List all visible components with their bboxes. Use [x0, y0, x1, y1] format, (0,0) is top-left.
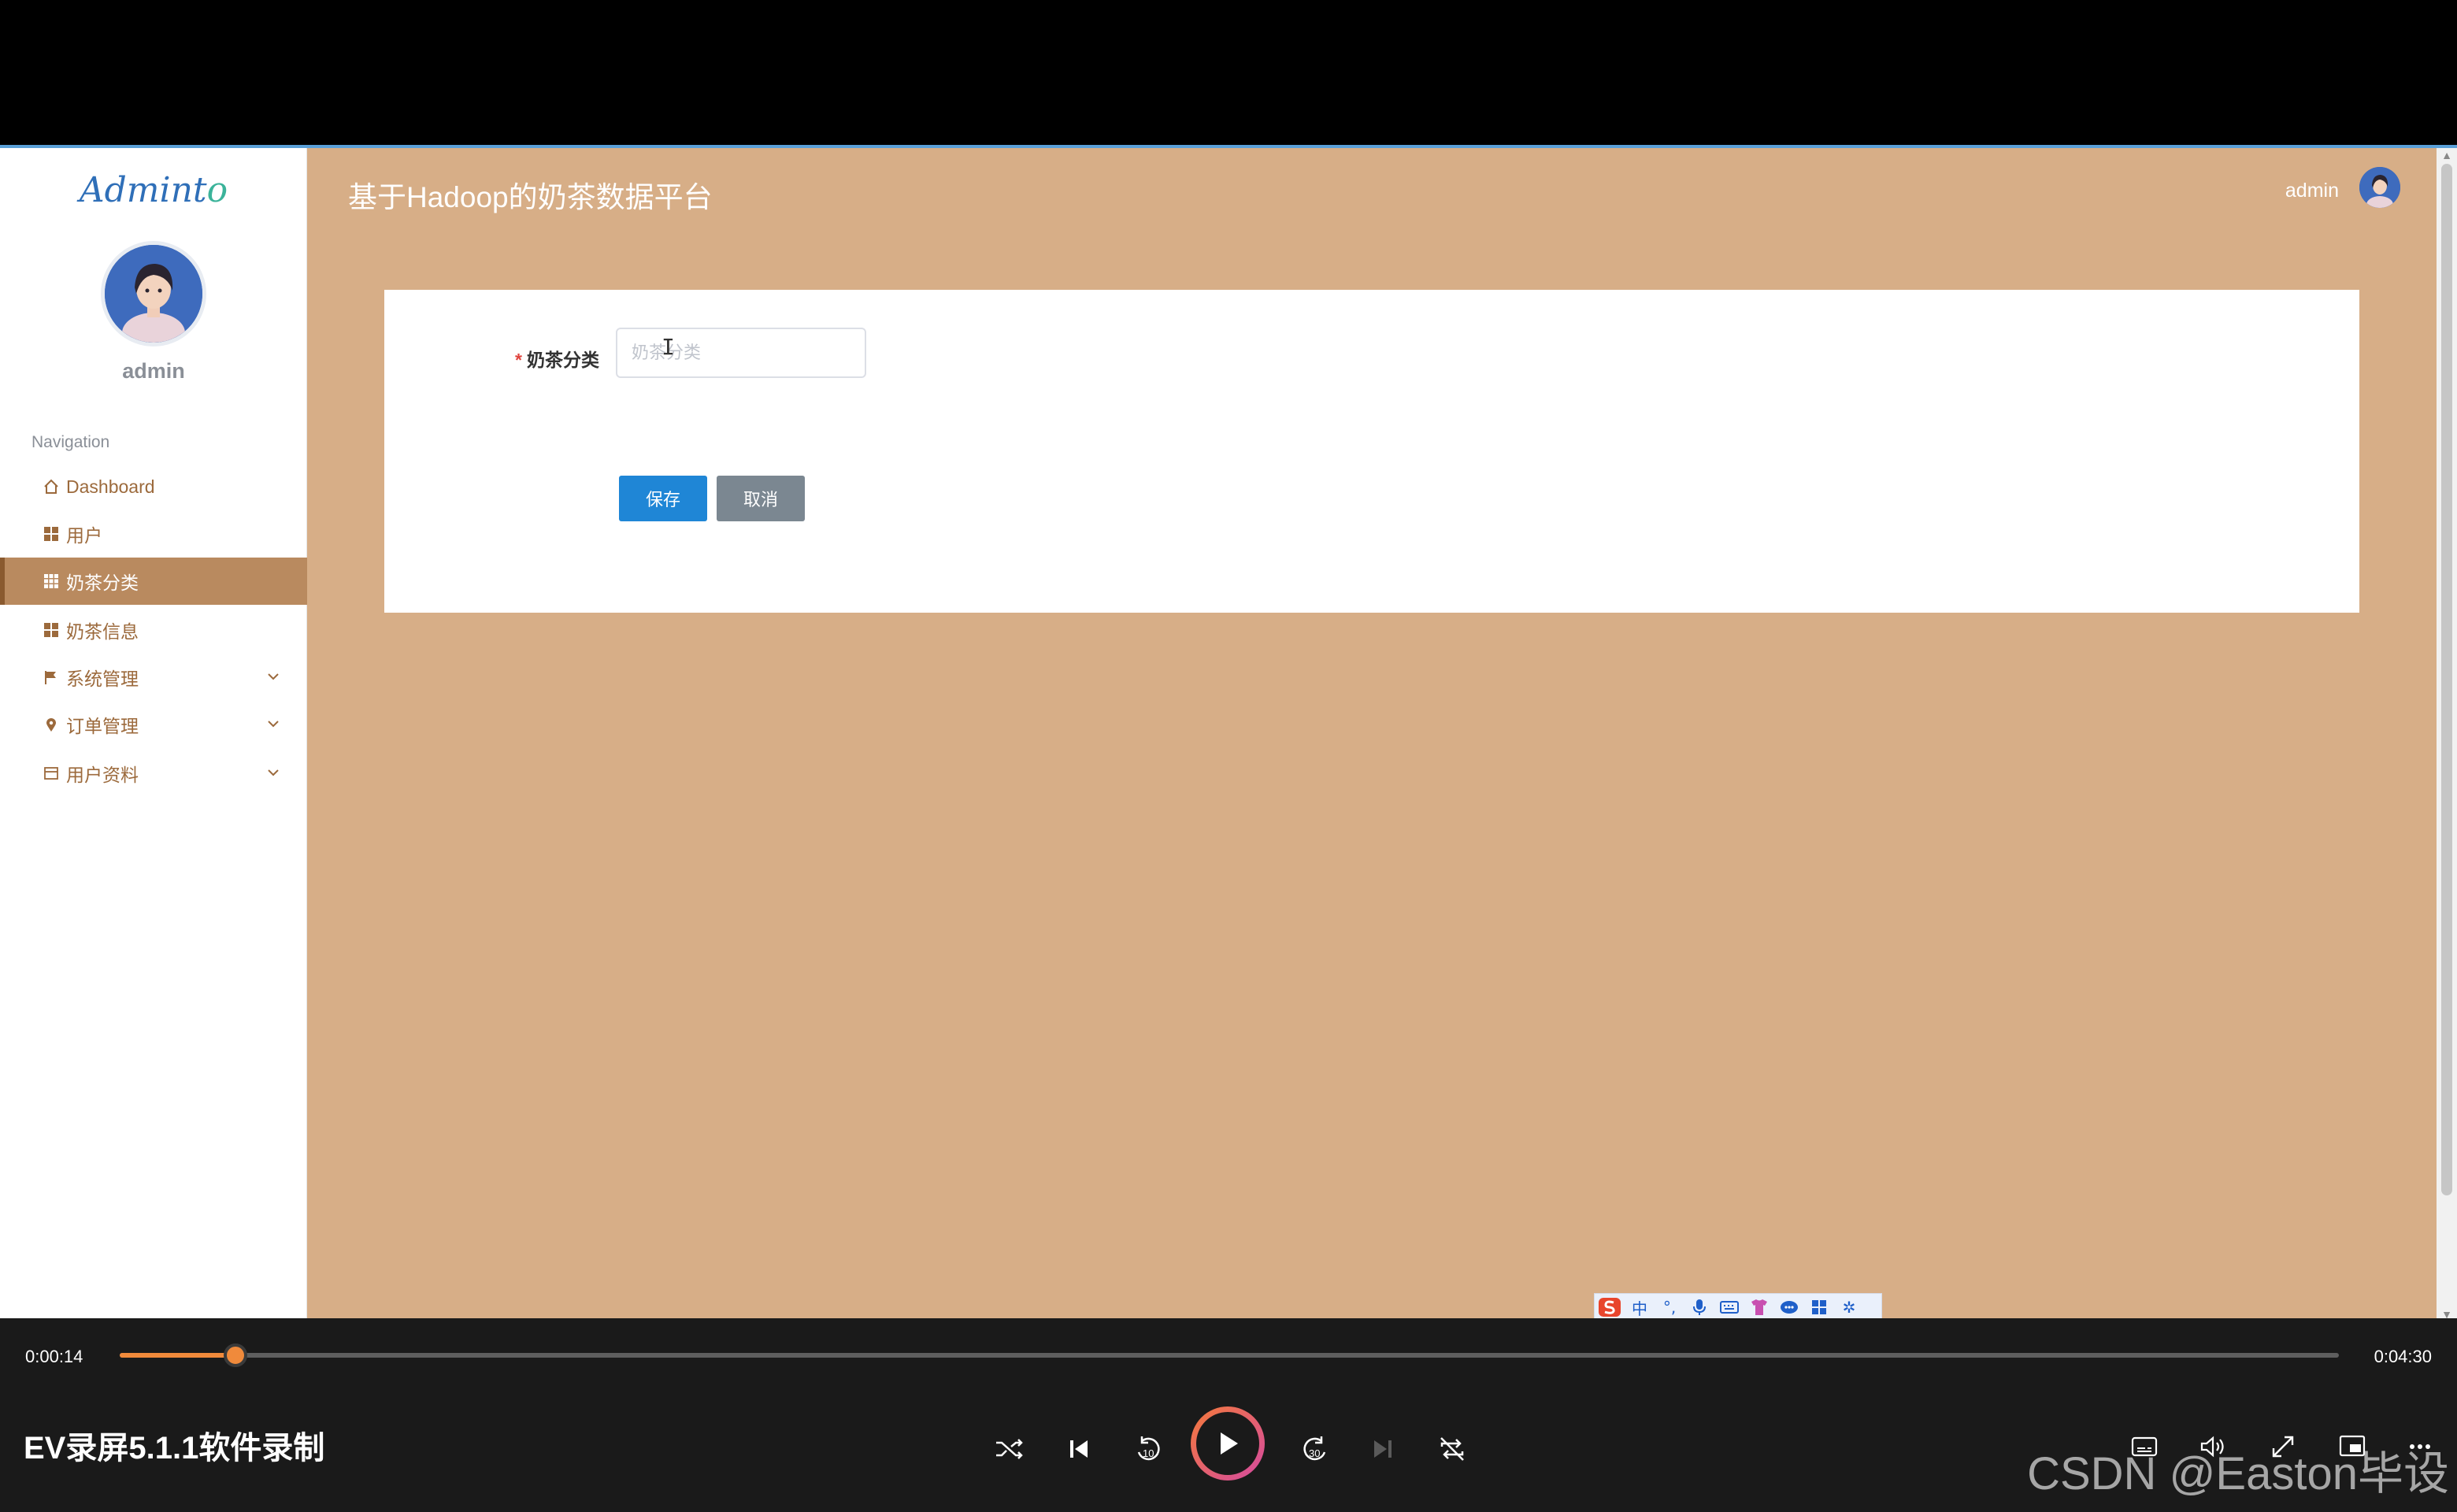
tea-category-input[interactable]: [616, 328, 866, 378]
avatar-image: [2359, 167, 2400, 208]
previous-icon[interactable]: [1057, 1427, 1101, 1471]
sidebar-item-orders[interactable]: 订单管理: [0, 701, 307, 748]
required-mark: *: [515, 350, 522, 370]
header-username[interactable]: admin: [2285, 180, 2339, 202]
avatar[interactable]: [101, 241, 206, 346]
logo-text: Admint: [79, 170, 207, 210]
watermark: CSDN @Easton毕设: [2027, 1448, 2449, 1499]
sidebar-item-label: Dashboard: [66, 476, 155, 497]
punctuation-icon[interactable]: °,: [1658, 1295, 1681, 1318]
current-time: 0:00:14: [25, 1347, 83, 1366]
grid-icon: [41, 620, 61, 640]
scroll-down-arrow-icon[interactable]: ▼: [2441, 1309, 2452, 1318]
chat-icon[interactable]: [1777, 1295, 1801, 1318]
chevron-down-icon: [268, 769, 279, 776]
shuffle-icon[interactable]: [988, 1427, 1032, 1471]
progress-bar[interactable]: [120, 1343, 2339, 1367]
vertical-scrollbar[interactable]: ▲ ▼: [2437, 148, 2457, 1318]
ime-toolbar: 中 °, ✲: [1594, 1293, 1882, 1318]
sidebar-item-users[interactable]: 用户: [0, 510, 307, 558]
tea-category-label-text: 奶茶分类: [526, 350, 599, 370]
chevron-down-icon: [268, 721, 279, 728]
apps-icon[interactable]: [1807, 1295, 1831, 1318]
sidebar-item-label: 用户资料: [66, 765, 139, 785]
play-icon: [1196, 1412, 1259, 1475]
grid-icon: [41, 571, 61, 591]
browser-viewport: Adminto admin Navigation Dashboard 用户 奶茶…: [0, 145, 2457, 1318]
sidebar-item-label: 用户: [66, 525, 102, 546]
microphone-icon[interactable]: [1688, 1295, 1711, 1318]
page-title: 基于Hadoop的奶茶数据平台: [348, 181, 713, 213]
sidebar-item-label: 奶茶分类: [66, 573, 139, 593]
settings-icon[interactable]: ✲: [1837, 1295, 1861, 1318]
save-button[interactable]: 保存: [619, 476, 707, 521]
sidebar-item-system[interactable]: 系统管理: [0, 654, 307, 701]
header-avatar[interactable]: [2359, 167, 2400, 208]
video-player-bar: 0:00:14 0:04:30 EV录屏5.1.1软件录制 10 30 CSDN…: [0, 1318, 2457, 1512]
progress-handle[interactable]: [223, 1343, 247, 1367]
sidebar-item-label: 系统管理: [66, 669, 139, 689]
player-title: EV录屏5.1.1软件录制: [24, 1431, 325, 1466]
card-icon: [41, 763, 61, 784]
keyboard-icon[interactable]: [1718, 1295, 1741, 1318]
sidebar-item-profile[interactable]: 用户资料: [0, 750, 307, 797]
sidebar-item-label: 订单管理: [66, 716, 139, 736]
avatar-image: [105, 245, 202, 343]
total-time: 0:04:30: [2374, 1347, 2432, 1366]
sidebar-username: admin: [122, 359, 185, 383]
sogou-logo-icon[interactable]: [1598, 1295, 1621, 1318]
form-card: *奶茶分类 I 保存 取消: [384, 290, 2359, 613]
sidebar-item-dashboard[interactable]: Dashboard: [0, 463, 307, 510]
svg-text:10: 10: [1143, 1447, 1154, 1459]
pin-icon: [41, 714, 61, 735]
next-icon[interactable]: [1361, 1427, 1405, 1471]
forward-30-icon[interactable]: 30: [1293, 1427, 1337, 1471]
cancel-button[interactable]: 取消: [717, 476, 805, 521]
logo[interactable]: Adminto: [0, 170, 307, 210]
skin-icon[interactable]: [1747, 1295, 1771, 1318]
rewind-10-icon[interactable]: 10: [1126, 1427, 1170, 1471]
tea-category-label: * 奶茶分类: [515, 345, 599, 372]
sidebar-item-tea-category[interactable]: 奶茶分类: [0, 558, 307, 605]
grid-icon: [41, 524, 61, 544]
screen: Adminto admin Navigation Dashboard 用户 奶茶…: [0, 0, 2457, 1512]
chevron-down-icon: [268, 673, 279, 680]
flag-icon: [41, 667, 61, 687]
progress-fill: [120, 1353, 235, 1358]
letterbox-top: [0, 0, 2457, 145]
scrollbar-thumb[interactable]: [2441, 164, 2452, 1195]
sidebar-item-label: 奶茶信息: [66, 621, 139, 642]
play-button[interactable]: [1191, 1406, 1265, 1480]
repeat-off-icon[interactable]: [1430, 1427, 1474, 1471]
svg-text:30: 30: [1309, 1447, 1320, 1459]
scroll-up-arrow-icon[interactable]: ▲: [2441, 150, 2452, 161]
sidebar-item-tea-info[interactable]: 奶茶信息: [0, 606, 307, 654]
nav-section-title: Navigation: [32, 433, 110, 451]
sidebar: Adminto admin Navigation Dashboard 用户 奶茶…: [0, 148, 307, 1318]
logo-text-accent: o: [206, 170, 228, 210]
home-icon: [41, 476, 61, 497]
chinese-mode-icon[interactable]: 中: [1628, 1295, 1651, 1318]
